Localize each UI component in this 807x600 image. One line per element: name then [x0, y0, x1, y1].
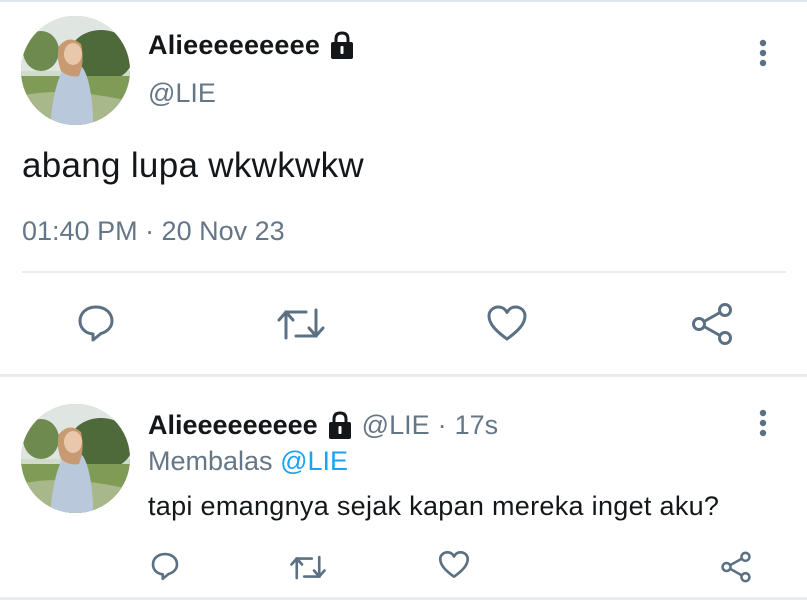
like-icon[interactable]	[486, 304, 528, 347]
retweet-icon[interactable]	[276, 306, 326, 347]
reply-header: Alieeeeeeeee @LIE · 17s	[148, 410, 498, 441]
separator-dot: ·	[437, 410, 447, 440]
timestamp[interactable]: 01:40 PM · 20 Nov 23	[22, 216, 285, 247]
main-tweet: Alieeeeeeeee @LIE abang lupa wkwkwkw 01:…	[0, 0, 807, 376]
tweet-text: tapi emangnya sejak kapan mereka inget a…	[148, 491, 720, 521]
like-icon[interactable]	[438, 550, 470, 584]
action-bar	[0, 300, 807, 350]
reply-icon[interactable]	[150, 551, 180, 586]
action-bar	[0, 545, 807, 585]
avatar[interactable]	[21, 404, 130, 513]
share-icon[interactable]	[720, 551, 752, 588]
replying-to: Membalas @LIE	[148, 446, 348, 477]
more-vertical-icon[interactable]	[757, 408, 769, 438]
handle[interactable]: @LIE	[148, 78, 216, 109]
avatar-photo	[21, 16, 130, 125]
display-name-text[interactable]: Alieeeeeeeee	[148, 30, 320, 61]
handle[interactable]: @LIE	[362, 410, 430, 441]
retweet-icon[interactable]	[289, 554, 327, 586]
lock-icon	[326, 410, 354, 441]
mention-link[interactable]: @LIE	[280, 446, 348, 476]
tweet-text: abang lupa wkwkwkw	[22, 146, 364, 185]
section-separator	[0, 374, 807, 377]
avatar-photo	[21, 404, 130, 513]
more-vertical-icon[interactable]	[757, 38, 769, 68]
avatar[interactable]	[21, 16, 130, 125]
display-name[interactable]: Alieeeeeeeee	[148, 30, 356, 61]
lock-icon	[328, 30, 356, 61]
display-name[interactable]: Alieeeeeeeee	[148, 410, 318, 441]
replying-prefix: Membalas	[148, 446, 273, 476]
reply-icon[interactable]	[76, 303, 116, 348]
divider	[22, 271, 786, 273]
tweet-age[interactable]: 17s	[455, 410, 499, 441]
share-icon[interactable]	[690, 302, 734, 351]
